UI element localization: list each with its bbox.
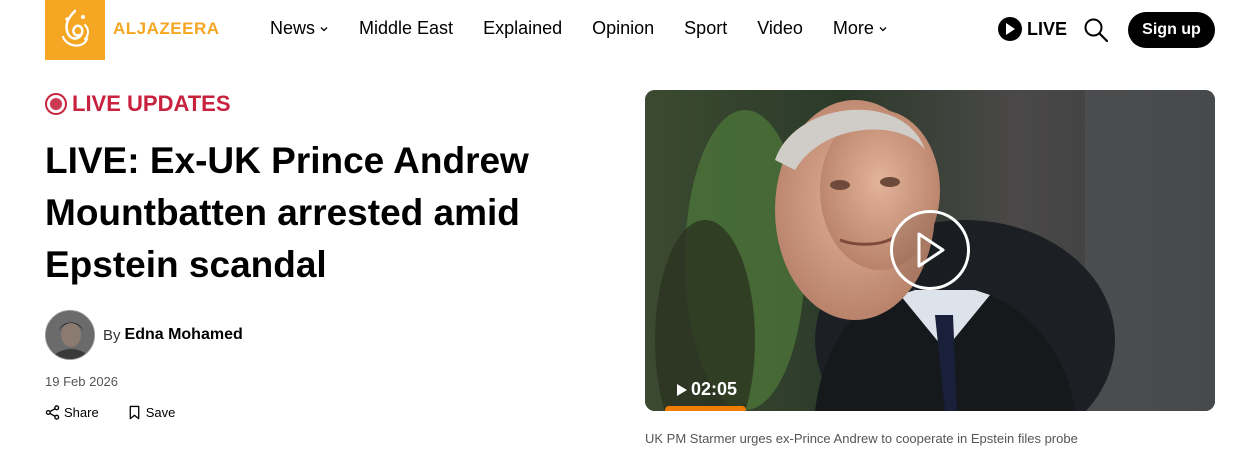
live-updates-badge: LIVE UPDATES [45, 91, 231, 117]
nav-item-label: Opinion [592, 18, 655, 38]
share-label: Share [64, 405, 99, 420]
play-icon [917, 232, 945, 268]
live-updates-label: LIVE UPDATES [72, 91, 231, 116]
by-label: By [103, 326, 121, 344]
nav-item-middle-east[interactable]: Middle East [359, 18, 453, 39]
video-player[interactable]: 02:05 [645, 90, 1215, 411]
nav-item-label: Explained [483, 18, 563, 38]
nav-item-video[interactable]: Video [757, 18, 803, 39]
live-link[interactable]: LIVE [998, 17, 1067, 41]
live-label: LIVE [1027, 18, 1068, 39]
play-icon [677, 383, 687, 396]
nav-item-opinion[interactable]: Opinion [592, 18, 654, 39]
brand-name[interactable]: ALJAZEERA [113, 19, 220, 39]
nav-item-explained[interactable]: Explained [483, 18, 562, 39]
video-caption: UK PM Starmer urges ex-Prince Andrew to … [645, 431, 1078, 446]
article-actions: Share Save [45, 405, 203, 420]
video-progress-bar[interactable] [665, 406, 746, 411]
play-button[interactable] [890, 210, 970, 290]
sign-up-button[interactable]: Sign up [1128, 12, 1215, 48]
chevron-down-icon [879, 26, 887, 31]
logo-emblem-icon [61, 9, 89, 47]
author-name[interactable]: Edna Mohamed [125, 326, 243, 344]
search-icon[interactable] [1083, 17, 1109, 43]
publish-date: 19 Feb 2026 [45, 374, 119, 389]
duration-label: 02:05 [691, 379, 738, 399]
play-icon [998, 17, 1022, 41]
share-icon [45, 405, 60, 420]
save-button[interactable]: Save [127, 405, 176, 420]
video-duration: 02:05 [677, 379, 737, 400]
save-label: Save [145, 405, 176, 420]
article-headline: LIVE: Ex-UK Prince Andrew Mountbatten ar… [45, 140, 529, 285]
nav-item-label: More [832, 18, 874, 38]
main-nav: News Middle East Explained Opinion Sport… [270, 18, 918, 39]
nav-item-more[interactable]: More [833, 18, 888, 39]
nav-item-label: News [270, 18, 316, 38]
site-header: ALJAZEERA News Middle East Explained Opi… [0, 0, 1260, 60]
nav-item-sport[interactable]: Sport [684, 18, 727, 39]
nav-item-label: Sport [684, 18, 728, 38]
chevron-down-icon [320, 26, 328, 31]
bookmark-icon [129, 405, 140, 420]
author-byline: By Edna Mohamed [45, 310, 243, 360]
nav-item-news[interactable]: News [270, 18, 329, 39]
share-button[interactable]: Share [45, 405, 99, 420]
live-indicator-icon [45, 93, 67, 115]
nav-item-label: Middle East [359, 18, 454, 38]
nav-item-label: Video [757, 18, 803, 38]
avatar[interactable] [45, 310, 95, 360]
aljazeera-logo-icon[interactable] [45, 0, 105, 60]
